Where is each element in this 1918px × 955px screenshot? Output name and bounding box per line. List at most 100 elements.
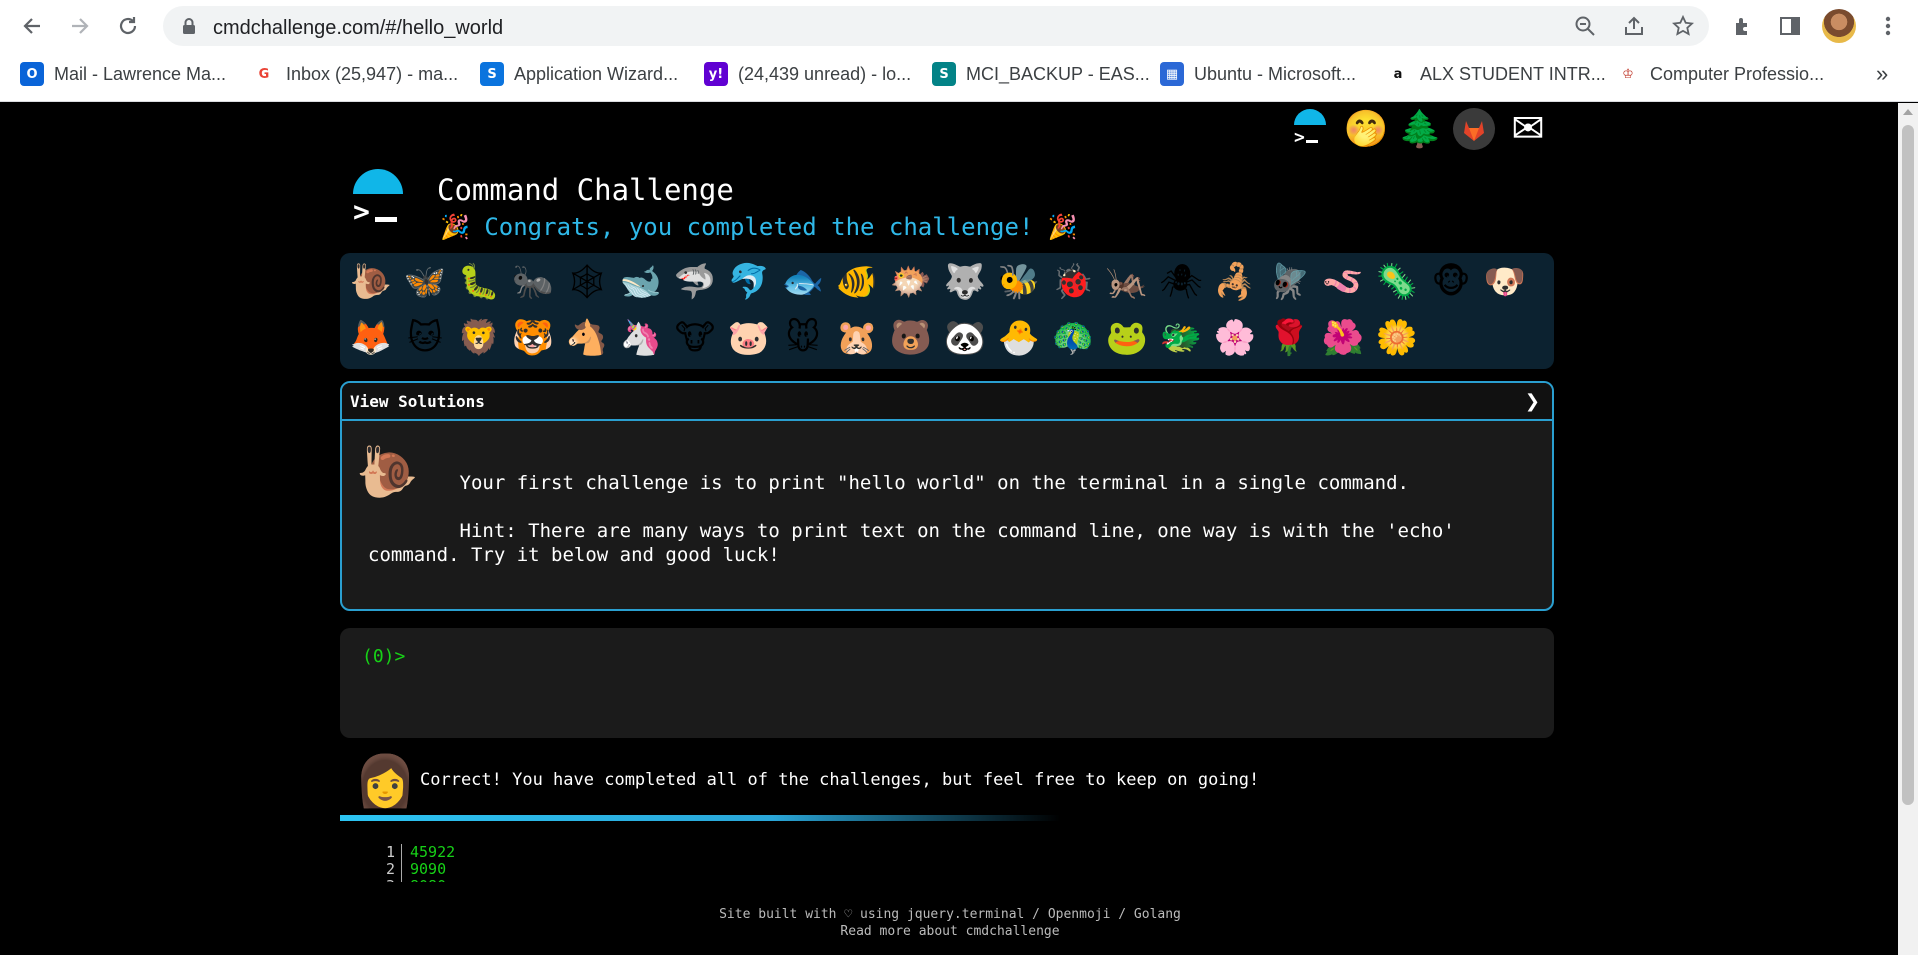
challenge-emoji-panel: 🐌 🦋 🐛 🐜 🕸 🐋 🦈 🐬 🐟 🐠 🐡 🐺 🐝 🐞 🦗 🕷 🦂 🪰 🪱 🦠 🐵 🐶 🦊 🐱 🦁 🐯 🐴 🦄 🐮 🐷 🐭 🐹 🐻 🐼 🐣 🦚 🐸 🐲 🌸… — [340, 253, 1554, 369]
output-value: 8080 — [402, 878, 446, 883]
sunflower-icon[interactable]: 🌼 — [1374, 315, 1420, 361]
bookmark-mci-backup[interactable]: S MCI_BACKUP - EAS... — [932, 60, 1150, 88]
whale-icon[interactable]: 🐋 — [618, 259, 664, 305]
mail-icon[interactable]: ✉ — [1504, 105, 1552, 153]
worm-icon[interactable]: 🪱 — [1320, 259, 1366, 305]
dolphin-icon[interactable]: 🐬 — [726, 259, 772, 305]
bookmark-alx[interactable]: a ALX STUDENT INTR... — [1386, 60, 1606, 88]
hamster-icon[interactable]: 🐹 — [834, 315, 880, 361]
monkey-icon[interactable]: 🐵 — [1428, 259, 1474, 305]
line-number: 2 — [380, 861, 402, 878]
url-text[interactable]: cmdchallenge.com/#/hello_world — [213, 17, 503, 40]
footer-about-link[interactable]: Read more about cmdchallenge — [700, 923, 1200, 940]
wolf-icon[interactable]: 🐺 — [942, 259, 988, 305]
fish-icon[interactable]: 🐟 — [780, 259, 826, 305]
rose-icon[interactable]: 🌹 — [1266, 315, 1312, 361]
shark-icon[interactable]: 🦈 — [672, 259, 718, 305]
chevron-right-icon[interactable]: ❯ — [1525, 391, 1540, 412]
snail-icon[interactable]: 🐌 — [348, 259, 394, 305]
profile-avatar[interactable] — [1822, 9, 1856, 43]
fly-icon[interactable]: 🪰 — [1266, 259, 1312, 305]
bookmark-application-wizard[interactable]: S Application Wizard... — [480, 60, 678, 88]
page-title: Command Challenge — [437, 173, 734, 207]
menu-kebab-icon[interactable] — [1872, 10, 1904, 42]
blowfish-icon[interactable]: 🐡 — [888, 259, 934, 305]
bookmark-label: (24,439 unread) - lo... — [738, 63, 912, 84]
bookmark-label: Application Wizard... — [514, 63, 679, 84]
cricket-icon[interactable]: 🦗 — [1104, 259, 1150, 305]
outlook-icon: O — [20, 62, 44, 86]
bookmark-mail[interactable]: O Mail - Lawrence Ma... — [20, 60, 226, 88]
bookmark-ubuntu[interactable]: ▦ Ubuntu - Microsoft... — [1160, 60, 1356, 88]
ant-icon[interactable]: 🐜 — [510, 259, 556, 305]
bee-icon[interactable]: 🐝 — [996, 259, 1042, 305]
unicorn-icon[interactable]: 🦄 — [618, 315, 664, 361]
scroll-up-icon[interactable] — [1903, 109, 1913, 115]
address-bar[interactable]: cmdchallenge.com/#/hello_world — [163, 6, 1709, 46]
forward-icon[interactable] — [64, 10, 96, 42]
bookmark-yahoo[interactable]: y! (24,439 unread) - lo... — [704, 60, 911, 88]
view-solutions-panel: View Solutions ❯ 🐌 Your first challenge … — [340, 381, 1554, 611]
spider-web-icon[interactable]: 🕸 — [564, 259, 610, 305]
dragon-icon[interactable]: 🐲 — [1158, 315, 1204, 361]
output-listing: 1 45922 2 9090 3 8080 — [380, 844, 580, 882]
frog-icon[interactable]: 🐸 — [1104, 315, 1150, 361]
bear-icon[interactable]: 🐻 — [888, 315, 934, 361]
side-panel-icon[interactable] — [1774, 10, 1806, 42]
back-icon[interactable] — [16, 10, 48, 42]
bookmark-label: Mail - Lawrence Ma... — [54, 63, 227, 84]
bookmark-computer-professionals[interactable]: ♔ Computer Professio... — [1616, 60, 1824, 88]
microbe-icon[interactable]: 🦠 — [1374, 259, 1420, 305]
lock-icon[interactable] — [177, 14, 201, 38]
line-number: 3 — [380, 878, 402, 882]
lion-icon[interactable]: 🦁 — [456, 315, 502, 361]
woman-icon: 👩 — [354, 752, 417, 810]
line-number: 1 — [380, 844, 402, 861]
reload-icon[interactable] — [112, 10, 144, 42]
hand-over-mouth-icon[interactable]: 🤭 — [1342, 105, 1390, 153]
footer-credits[interactable]: Site built with ♡ using jquery.terminal … — [700, 906, 1200, 923]
terminal[interactable]: (0)> — [340, 628, 1554, 738]
zoom-icon[interactable] — [1573, 14, 1597, 38]
cmd-logo-icon[interactable]: > — [1286, 105, 1334, 153]
ladybug-icon[interactable]: 🐞 — [1050, 259, 1096, 305]
cow-icon[interactable]: 🐮 — [672, 315, 718, 361]
output-row: 2 9090 — [380, 861, 580, 878]
pig-icon[interactable]: 🐷 — [726, 315, 772, 361]
output-value: 45922 — [410, 844, 456, 861]
peacock-icon[interactable]: 🦚 — [1050, 315, 1096, 361]
page-scrollbar[interactable] — [1898, 103, 1918, 955]
tiger-icon[interactable]: 🐯 — [510, 315, 556, 361]
extensions-icon[interactable] — [1727, 10, 1759, 42]
hatching-chick-icon[interactable]: 🐣 — [996, 315, 1042, 361]
gitlab-icon[interactable] — [1450, 105, 1498, 153]
share-icon[interactable] — [1622, 14, 1646, 38]
spider-icon[interactable]: 🕷 — [1158, 259, 1204, 305]
view-solutions-label[interactable]: View Solutions — [350, 392, 485, 411]
result-underline — [340, 815, 1060, 821]
terminal-prompt: (0)> — [362, 646, 406, 667]
horse-icon[interactable]: 🐴 — [564, 315, 610, 361]
output-value: 9090 — [410, 860, 447, 878]
bookmark-label: MCI_BACKUP - EAS... — [966, 63, 1150, 84]
bookmarks-overflow-icon[interactable]: » — [1876, 60, 1888, 88]
fox-icon[interactable]: 🦊 — [348, 315, 394, 361]
cat-icon[interactable]: 🐱 — [402, 315, 448, 361]
mouse-icon[interactable]: 🐭 — [780, 315, 826, 361]
hibiscus-icon[interactable]: 🌺 — [1320, 315, 1366, 361]
bookmark-inbox[interactable]: G Inbox (25,947) - ma... — [252, 60, 458, 88]
cmdchallenge-logo: > — [347, 169, 409, 231]
view-solutions-header[interactable]: View Solutions ❯ — [342, 383, 1552, 421]
scroll-thumb[interactable] — [1902, 125, 1914, 805]
dog-icon[interactable]: 🐶 — [1482, 259, 1528, 305]
tropical-fish-icon[interactable]: 🐠 — [834, 259, 880, 305]
alx-icon: a — [1386, 62, 1410, 86]
browser-chrome: cmdchallenge.com/#/hello_world O Mail - … — [0, 0, 1918, 102]
scorpion-icon[interactable]: 🦂 — [1212, 259, 1258, 305]
tree-icon[interactable]: 🌲 — [1396, 105, 1444, 153]
bookmark-star-icon[interactable] — [1671, 14, 1695, 38]
butterfly-icon[interactable]: 🦋 — [402, 259, 448, 305]
cherry-blossom-icon[interactable]: 🌸 — [1212, 315, 1258, 361]
caterpillar-icon[interactable]: 🐛 — [456, 259, 502, 305]
panda-icon[interactable]: 🐼 — [942, 315, 988, 361]
